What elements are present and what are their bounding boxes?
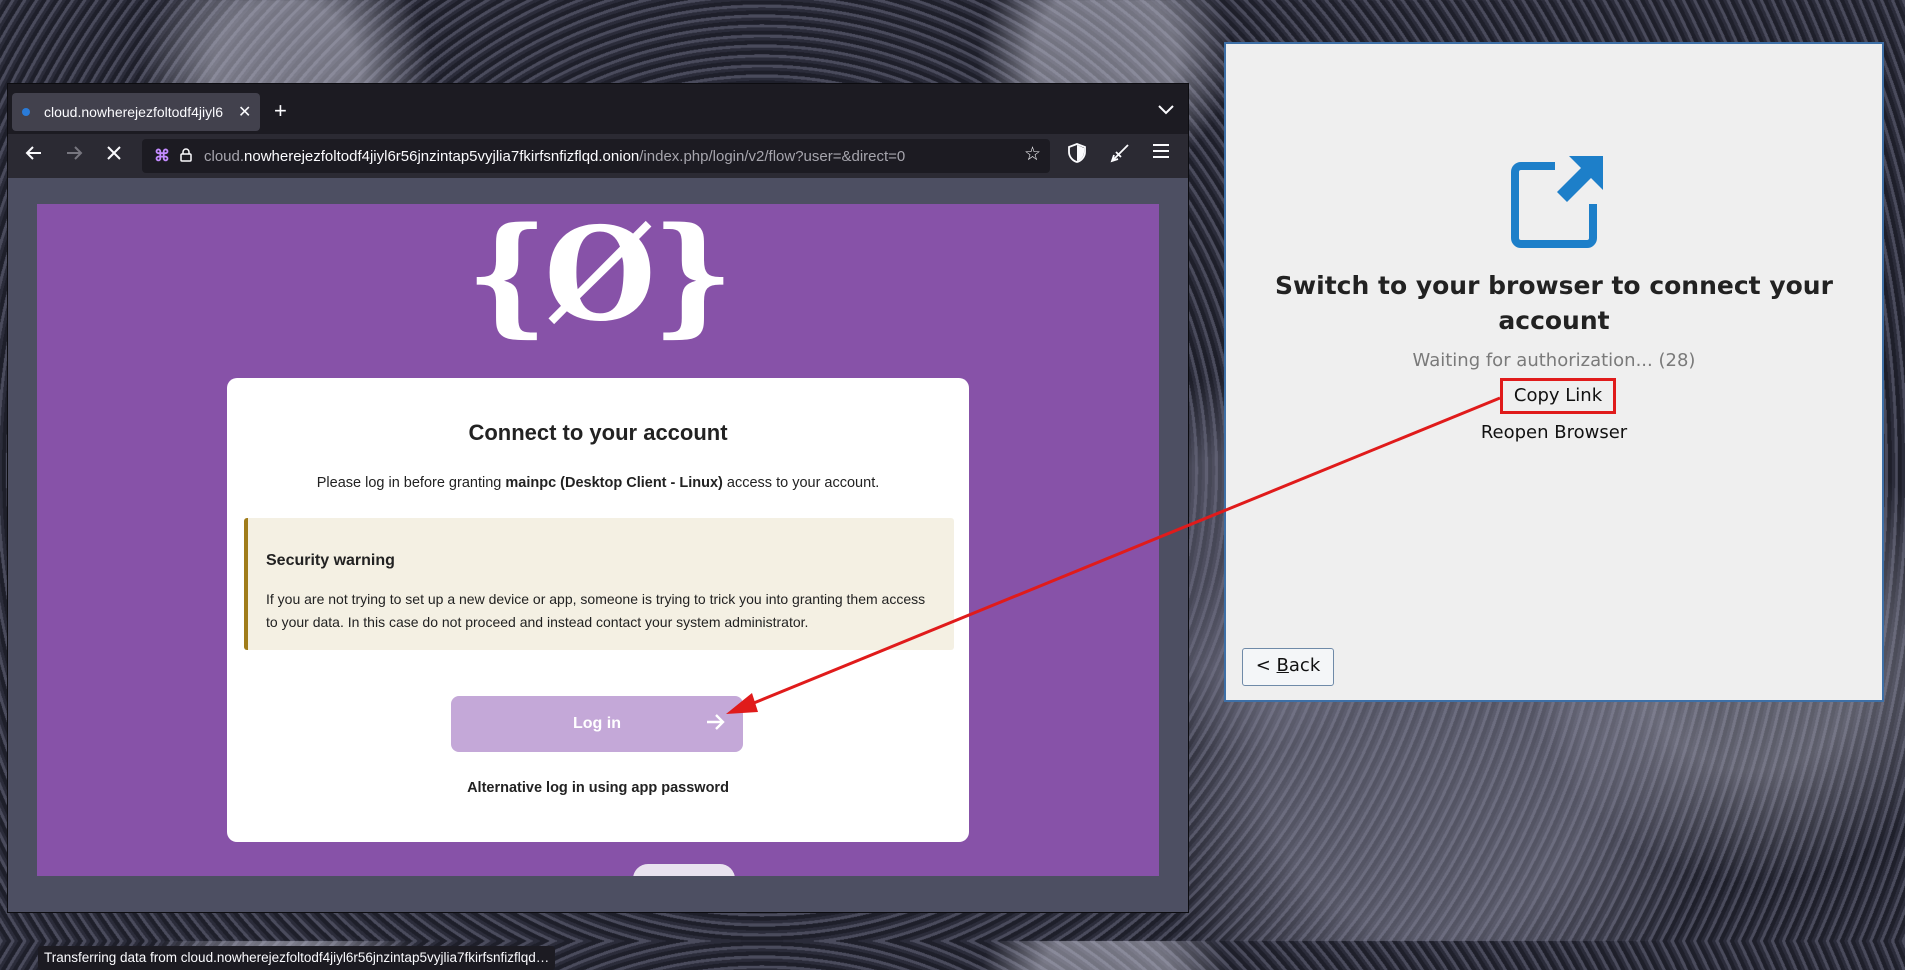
login-card: Connect to your account Please log in be… — [227, 378, 969, 842]
login-button-label: Log in — [573, 715, 621, 732]
dialog-title: Switch to your browser to connect your a… — [1275, 271, 1833, 335]
tab-active[interactable]: cloud.nowherejezfoltodf4jiyl6 ✕ — [12, 93, 260, 131]
security-warning-box: Security warning If you are not trying t… — [244, 518, 954, 650]
nextcloud-login-page: {Ø} Connect to your account Please log i… — [37, 204, 1159, 876]
bookmark-star-icon[interactable]: ☆ — [1024, 143, 1041, 166]
tor-circuit-icon[interactable]: ⌘ — [154, 146, 170, 166]
desc-post: access to your account. — [722, 475, 880, 491]
loading-favicon-icon — [22, 108, 30, 116]
waiting-status: Waiting for authorization... (28) — [1412, 350, 1696, 371]
url-bar[interactable]: ⌘ cloud. nowherejezfoltodf4jiyl6r56jnzint… — [142, 139, 1050, 173]
new-tab-button[interactable]: + — [274, 98, 287, 124]
back-button[interactable]: < Back — [1242, 648, 1334, 686]
arrow-right-icon — [703, 710, 727, 741]
reopen-browser-button[interactable]: Reopen Browser — [1226, 422, 1882, 443]
back-prefix: < — [1255, 655, 1277, 676]
forward-arrow-icon[interactable] — [60, 143, 88, 169]
url-host: nowherejezfoltodf4jiyl6r56jnzintap5vyjli… — [244, 147, 640, 165]
page-viewport: {Ø} Connect to your account Please log i… — [8, 178, 1188, 970]
status-bar: Transferring data from cloud.nowherejezf… — [38, 946, 556, 970]
desc-pre: Please log in before granting — [316, 475, 506, 491]
navigation-toolbar: ⌘ cloud. nowherejezfoltodf4jiyl6r56jnzint… — [8, 134, 1188, 178]
hamburger-menu-icon[interactable] — [1152, 143, 1170, 165]
warning-title: Security warning — [266, 552, 395, 569]
copy-link-button[interactable]: Copy Link — [1500, 378, 1616, 414]
tab-bar: cloud.nowherejezfoltodf4jiyl6 ✕ + — [8, 84, 1188, 134]
new-identity-broom-icon[interactable] — [1110, 143, 1130, 169]
login-button[interactable]: Log in — [451, 696, 743, 752]
external-link-icon — [1511, 152, 1607, 248]
card-description: Please log in before granting mainpc (De… — [227, 475, 969, 491]
back-mnemonic: B — [1276, 655, 1289, 676]
stop-loading-icon[interactable] — [100, 143, 128, 169]
connect-account-dialog: Switch to your browser to connect your a… — [1224, 42, 1884, 702]
close-tab-icon[interactable]: ✕ — [238, 102, 251, 122]
tab-title: cloud.nowherejezfoltodf4jiyl6 — [44, 104, 223, 120]
back-arrow-icon[interactable] — [20, 143, 48, 169]
browser-window: cloud.nowherejezfoltodf4jiyl6 ✕ + ⌘ clou… — [8, 84, 1188, 970]
url-path: /index.php/login/v2/flow?user=&direct=0 — [639, 147, 906, 165]
list-tabs-chevron-icon[interactable] — [1158, 102, 1174, 118]
alternative-login-link[interactable]: Alternative log in using app password — [227, 780, 969, 796]
desc-client-name: mainpc (Desktop Client - Linux) — [505, 475, 723, 491]
nextcloud-logo: {Ø} — [465, 204, 734, 350]
shield-icon[interactable] — [1068, 143, 1086, 169]
warning-text: If you are not trying to set up a new de… — [266, 591, 926, 630]
card-title: Connect to your account — [468, 420, 728, 445]
url-prefix: cloud. — [204, 147, 245, 165]
partially-hidden-button[interactable] — [633, 864, 735, 876]
back-rest: ack — [1288, 655, 1321, 676]
onion-lock-icon[interactable] — [180, 147, 192, 165]
